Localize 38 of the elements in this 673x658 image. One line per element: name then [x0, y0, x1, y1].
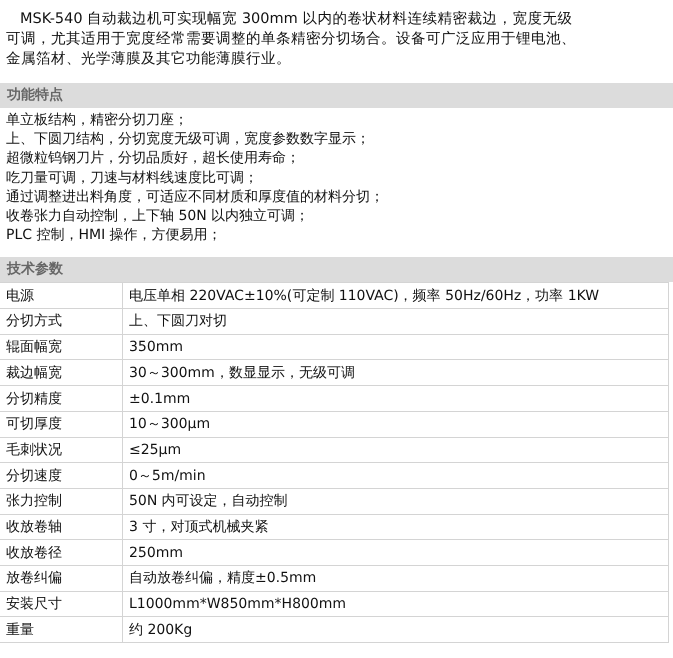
- spec-name-cell: 电源: [0, 282, 122, 309]
- spec-name-cell: 分切方式: [0, 308, 122, 334]
- feature-item: 单立板结构，精密分切刀座；: [6, 111, 189, 130]
- spec-value-cell: 自动放卷纠偏，精度±0.5mm: [122, 565, 668, 592]
- spec-value-cell: 上、下圆刀对切: [122, 308, 668, 334]
- spec-value-cell: ≤25μm: [122, 437, 668, 463]
- spec-value-cell: 10～300μm: [122, 411, 668, 438]
- spec-value-cell: 350mm: [122, 334, 668, 360]
- spec-value-cell: ±0.1mm: [122, 386, 668, 412]
- spec-value-cell: 50N 内可设定，自动控制: [122, 488, 668, 514]
- intro-paragraph: MSK-540 自动裁边机可实现幅宽 300mm 以内的卷状材料连续精密裁边，宽度无级可调，尤其适用于宽度经常需要调整的单条精密分切场合。设备可广泛应用于锂电池、金属箔材、光学薄膜及其它功能薄膜行业。: [5, 10, 577, 69]
- spec-name-cell: 分切速度: [0, 462, 122, 488]
- spec-name-cell: 裁边幅宽: [0, 360, 122, 386]
- spec-name-cell: 重量: [0, 616, 122, 643]
- spec-name-cell: 收放卷轴: [0, 514, 122, 540]
- spec-name-cell: 可切厚度: [0, 411, 122, 438]
- spec-name-cell: 毛刺状况: [0, 437, 122, 463]
- spec-value-cell: L1000mm*W850mm*H800mm: [122, 591, 668, 617]
- spec-value-cell: 约 200Kg: [122, 616, 668, 643]
- spec-name-cell: 放卷纠偏: [0, 565, 122, 592]
- feature-item: 吃刀量可调，刀速与材料线速度比可调；: [6, 168, 259, 188]
- spec-value-cell: 30～300mm，数显显示，无级可调: [122, 360, 668, 386]
- feature-item: 通过调整进出料角度，可适应不同材质和厚度值的材料分切；: [6, 188, 385, 207]
- feature-item: 收卷张力自动控制，上下轴 50N 以内独立可调；: [6, 207, 310, 226]
- spec-value-cell: 0～5m/min: [122, 462, 668, 488]
- section-heading: 功能特点: [0, 83, 673, 108]
- feature-item: 上、下圆刀结构，分切宽度无级可调，宽度参数数字显示；: [6, 130, 371, 150]
- spec-name-cell: 辊面幅宽: [0, 334, 122, 360]
- feature-item: 超微粒钨钢刀片，分切品质好，超长使用寿命；: [6, 149, 301, 168]
- spec-value-cell: 250mm: [122, 540, 668, 566]
- spec-name-cell: 收放卷径: [0, 540, 122, 566]
- feature-item: PLC 控制，HMI 操作，方便易用；: [6, 226, 223, 246]
- spec-value-cell: 电压单相 220VAC±10%(可定制 110VAC)，频率 50Hz/60Hz，功率 1KW: [122, 282, 668, 309]
- spec-value-cell: 3 寸，对顶式机械夹紧: [122, 514, 668, 540]
- spec-name-cell: 安装尺寸: [0, 591, 122, 617]
- spec-name-cell: 张力控制: [0, 488, 122, 514]
- spec-name-cell: 分切精度: [0, 386, 122, 412]
- section-heading: 技术参数: [0, 257, 673, 282]
